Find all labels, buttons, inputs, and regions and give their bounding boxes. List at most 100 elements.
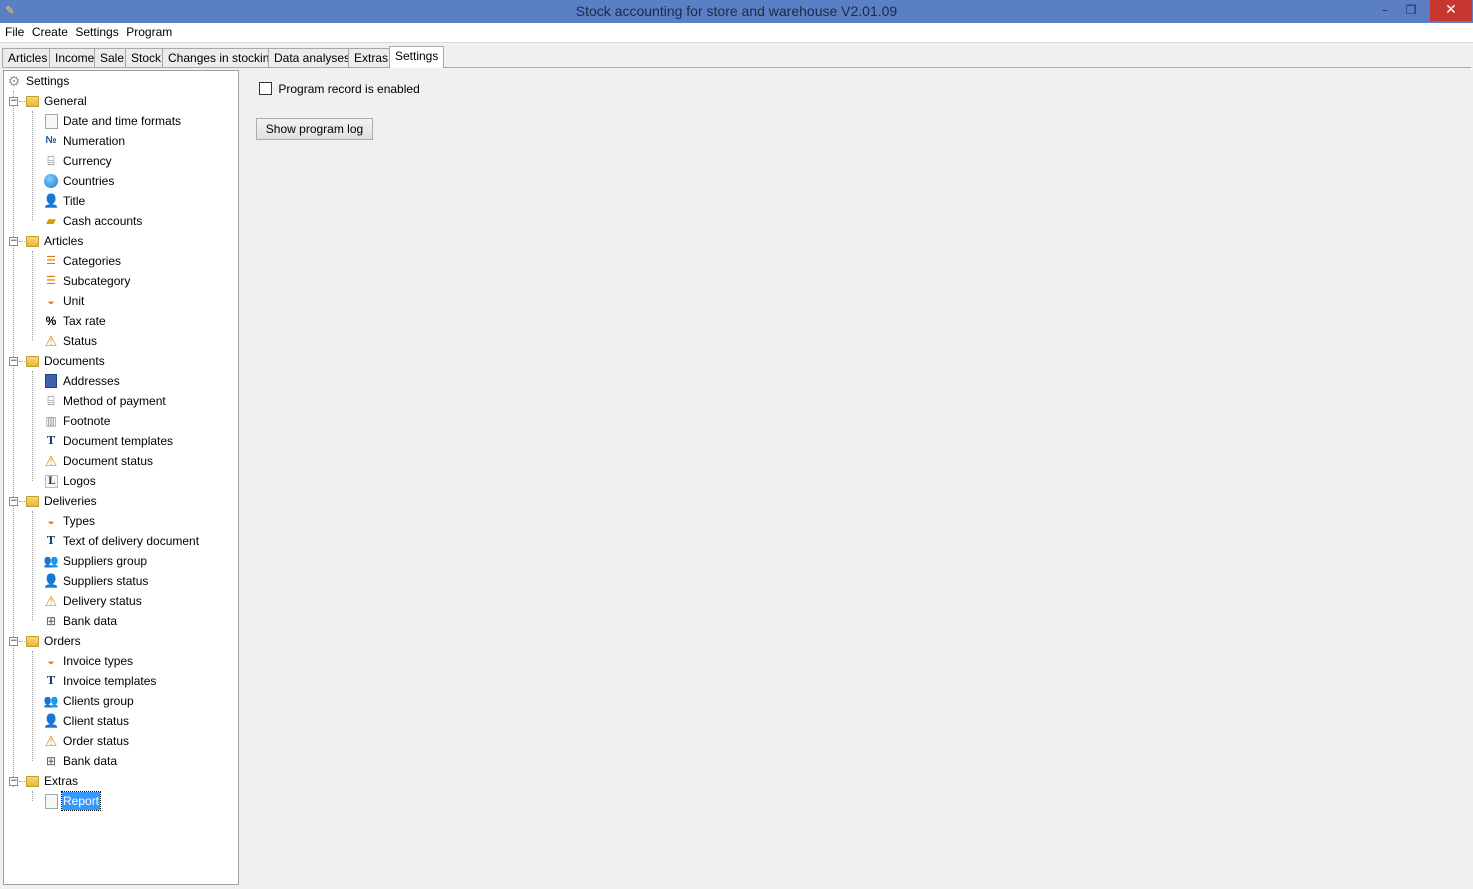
warning-icon: ⚠ xyxy=(44,453,58,469)
tab-changes-in-stocking[interactable]: Changes in stocking xyxy=(162,48,283,68)
tree-item-label: Tax rate xyxy=(63,314,106,328)
tree-item-label: Numeration xyxy=(63,134,126,148)
tab-income[interactable]: Income xyxy=(49,48,101,68)
restore-button[interactable]: ❐ xyxy=(1398,0,1424,21)
tree-connector-h xyxy=(19,501,25,502)
folder-icon xyxy=(26,636,39,647)
tree-group-label: Extras xyxy=(44,774,79,788)
folder-icon xyxy=(26,776,39,787)
program-record-checkbox[interactable] xyxy=(259,82,272,95)
tab-bar: Articles Income Sale Stock Changes in st… xyxy=(2,46,1471,68)
tree-item-label: Unit xyxy=(63,294,85,308)
program-record-row[interactable]: Program record is enabled xyxy=(259,81,420,97)
tab-data-analyses[interactable]: Data analyses xyxy=(268,48,357,68)
tree-item-label: Bank data xyxy=(63,614,118,628)
category-icon: ☰ xyxy=(46,255,56,267)
tree-item-label: Suppliers status xyxy=(63,574,149,588)
tree-item-label: Clients group xyxy=(63,694,134,708)
folder-icon xyxy=(26,356,39,367)
tree-item-label: Categories xyxy=(63,254,122,268)
types-icon: ◒ xyxy=(47,654,55,668)
tree-item-label: Types xyxy=(63,514,96,528)
tab-stock[interactable]: Stock xyxy=(125,48,168,68)
tree-item-label: Client status xyxy=(63,714,130,728)
tree-item-label: Order status xyxy=(63,734,130,748)
tab-articles[interactable]: Articles xyxy=(2,48,54,68)
tree-item-label: Status xyxy=(63,334,98,348)
expander-orders[interactable]: − xyxy=(9,637,18,646)
program-record-label: Program record is enabled xyxy=(278,82,420,96)
tree-connector xyxy=(32,651,33,761)
title-bar: ✎ Stock accounting for store and warehou… xyxy=(0,0,1473,23)
settings-tree[interactable]: ⚙ Settings − General Date and time forma… xyxy=(3,70,239,885)
tree-connector xyxy=(32,511,33,621)
folder-icon xyxy=(26,236,39,247)
tree-connector-h xyxy=(19,241,25,242)
menu-program[interactable]: Program xyxy=(124,23,174,42)
window-title: Stock accounting for store and warehouse… xyxy=(575,3,898,19)
menu-create[interactable]: Create xyxy=(30,23,70,42)
tree-group-label: Documents xyxy=(44,354,105,368)
bank-icon: ⊞ xyxy=(45,614,57,628)
tree-item-label: Suppliers group xyxy=(63,554,148,568)
minimize-button[interactable]: – xyxy=(1372,0,1398,21)
show-program-log-button[interactable]: Show program log xyxy=(256,118,373,140)
tree-group-label: Deliveries xyxy=(44,494,97,508)
tree-item-label: Report xyxy=(60,791,102,811)
tree-connector xyxy=(32,791,33,801)
document-icon xyxy=(45,794,58,809)
tree-item-label: Cash accounts xyxy=(63,214,143,228)
currency-icon: ⌸ xyxy=(47,154,55,168)
tree-item-label: Bank data xyxy=(63,754,118,768)
tab-settings[interactable]: Settings xyxy=(389,46,445,68)
folder-icon xyxy=(26,96,39,107)
settings-content: Program record is enabled Show program l… xyxy=(240,70,1470,885)
users-icon: 👥 xyxy=(43,694,59,708)
tree-connector-h xyxy=(19,101,25,102)
tree-connector xyxy=(32,111,33,221)
tab-divider xyxy=(2,67,1471,68)
document-icon xyxy=(45,114,58,129)
expander-documents[interactable]: − xyxy=(9,357,18,366)
tree-item-label: Currency xyxy=(63,154,112,168)
expander-general[interactable]: − xyxy=(9,97,18,106)
percent-icon: % xyxy=(45,314,57,328)
tree-connector xyxy=(32,371,33,481)
template-icon: T xyxy=(46,434,56,447)
warning-icon: ⚠ xyxy=(44,333,58,349)
tree-connector-h xyxy=(19,641,25,642)
unit-icon: ◒ xyxy=(47,294,55,308)
warning-icon: ⚠ xyxy=(44,593,58,609)
tree-group-label: General xyxy=(44,94,87,108)
payment-icon: ⌸ xyxy=(47,394,55,408)
logo-icon: L xyxy=(45,475,58,488)
menu-file[interactable]: File xyxy=(3,23,26,42)
warning-icon: ⚠ xyxy=(44,733,58,749)
tree-item-label: Text of delivery document xyxy=(63,534,200,548)
globe-icon xyxy=(44,174,58,188)
tree-item-label: Subcategory xyxy=(63,274,131,288)
template-icon: T xyxy=(46,674,56,687)
tree-item-label: Logos xyxy=(63,474,96,488)
tree-item-label: Date and time formats xyxy=(63,114,182,128)
address-book-icon xyxy=(45,374,57,388)
numero-icon: № xyxy=(45,135,57,146)
tree-connector xyxy=(13,91,14,787)
template-icon: T xyxy=(46,534,56,547)
subcategory-icon: ☰ xyxy=(46,275,56,287)
tree-item-label: Document templates xyxy=(63,434,174,448)
tab-extras[interactable]: Extras xyxy=(348,48,395,68)
tree-group-label: Orders xyxy=(44,634,81,648)
expander-extras[interactable]: − xyxy=(9,777,18,786)
gear-icon: ⚙ xyxy=(7,73,21,89)
close-button[interactable]: ✕ xyxy=(1430,0,1472,21)
user-icon: 👤 xyxy=(43,713,60,728)
tree-item-label: Delivery status xyxy=(63,594,142,608)
user-icon: 👤 xyxy=(43,573,60,588)
tree-connector-h xyxy=(19,361,25,362)
tree-item-label: Method of payment xyxy=(63,394,166,408)
folder-icon xyxy=(26,496,39,507)
menu-settings[interactable]: Settings xyxy=(73,23,120,42)
expander-articles[interactable]: − xyxy=(9,237,18,246)
expander-deliveries[interactable]: − xyxy=(9,497,18,506)
